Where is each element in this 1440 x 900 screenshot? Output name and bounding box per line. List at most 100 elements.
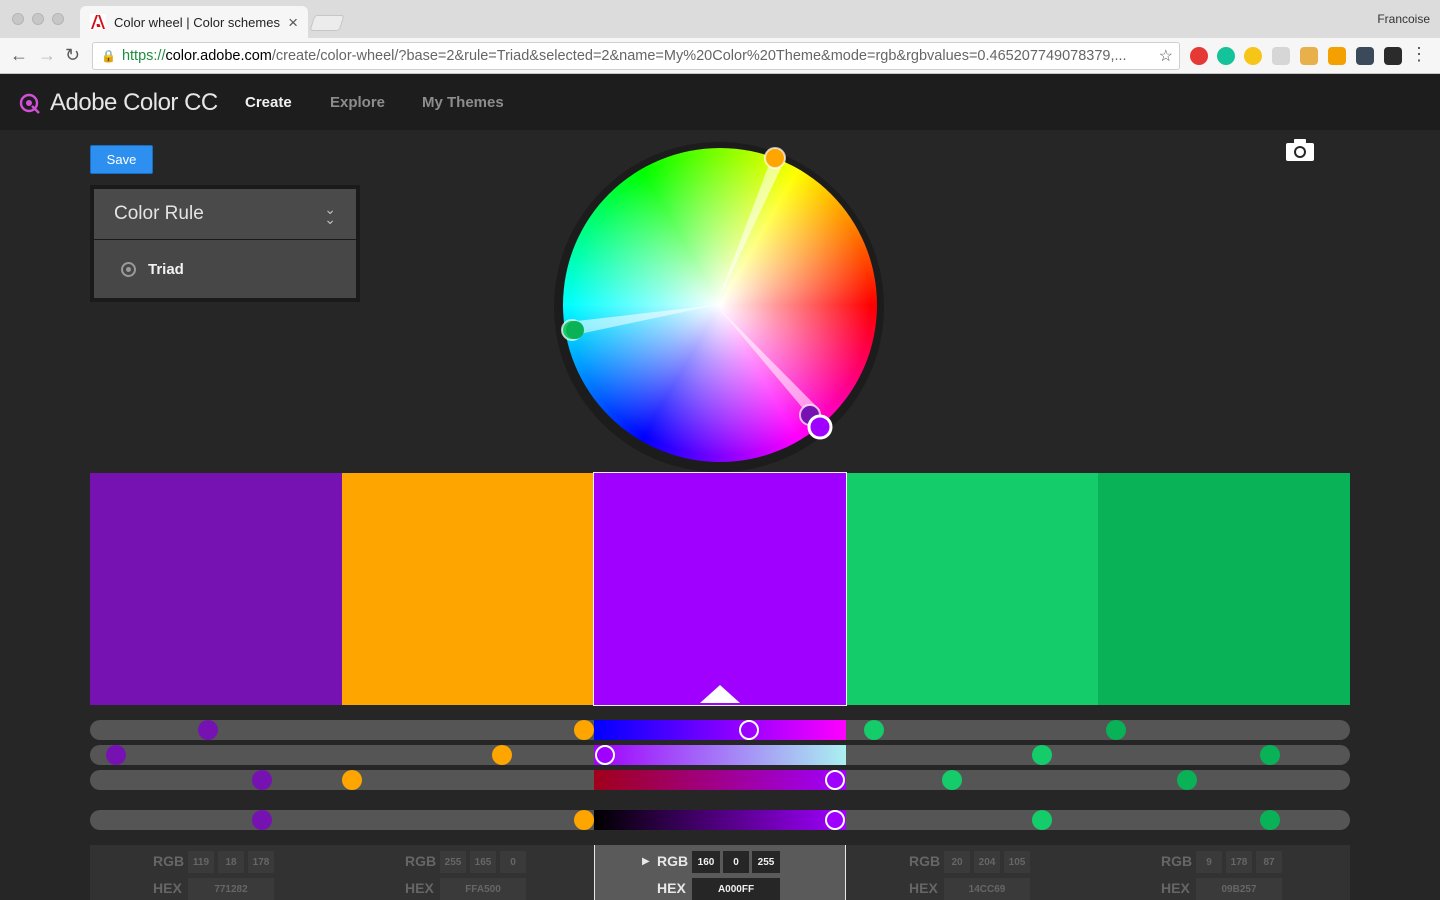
zoom-window-button[interactable] [52,13,64,25]
window-controls [12,13,64,25]
close-icon[interactable]: × [288,14,298,31]
r-value[interactable]: 119 [188,851,214,873]
browser-tab[interactable]: Color wheel | Color schemes - × [80,6,308,38]
window-extension-icon[interactable] [1356,47,1374,65]
b-value[interactable]: 255 [752,851,780,873]
rgb-label[interactable]: RGB [1161,853,1192,869]
hex-label: HEX [657,880,686,896]
color-values-panel: RGB 119 18 178 HEX 771282 RGB 255 165 0 … [90,845,1350,900]
r-value[interactable]: 9 [1196,851,1222,873]
b-value[interactable]: 87 [1256,851,1282,873]
new-tab-button[interactable] [309,15,345,31]
hex-value[interactable]: 09B257 [1196,878,1282,900]
forward-icon[interactable]: → [38,46,56,64]
b-value[interactable]: 0 [500,851,526,873]
swatch-2[interactable] [342,473,594,705]
expand-triangle-icon[interactable]: ▶ [642,856,650,867]
swatch-4[interactable] [846,473,1098,705]
selected-saturation-slider[interactable] [594,745,846,765]
layers-extension-icon[interactable] [1384,47,1402,65]
slider-knob[interactable] [106,745,126,765]
rgb-label[interactable]: RGB [153,853,184,869]
g-value[interactable]: 204 [974,851,1000,873]
rgb-label[interactable]: RGB [909,853,940,869]
swatch-3-selected[interactable] [593,472,847,706]
reload-icon[interactable]: ↻ [65,46,80,64]
slider-knob[interactable] [342,770,362,790]
slider-knob[interactable] [1032,810,1052,830]
selected-value-slider[interactable] [594,810,846,830]
slider-knob[interactable] [198,720,218,740]
browser-chrome: Color wheel | Color schemes - × Francois… [0,0,1440,74]
checkmark-extension-icon[interactable] [1244,47,1262,65]
slider-knob[interactable] [574,810,594,830]
slider-knob[interactable] [1260,810,1280,830]
slider-knob[interactable] [942,770,962,790]
nav-explore[interactable]: Explore [330,94,385,111]
swatch-1[interactable] [90,473,342,705]
grammarly-icon[interactable] [1217,47,1235,65]
color-rule-dropdown[interactable]: Color Rule ⌄ ⌄ [94,189,356,239]
rgb-label[interactable]: RGB [405,853,436,869]
slider-knob-selected[interactable] [739,720,759,740]
g-value[interactable]: 165 [470,851,496,873]
hex-value[interactable]: A000FF [692,878,780,900]
slider-knob[interactable] [1177,770,1197,790]
wheel-handle-selected[interactable] [807,414,833,440]
app-logo[interactable]: Adobe Color CC [18,89,218,117]
hex-value[interactable]: 771282 [188,878,274,900]
camera-icon[interactable] [1285,138,1315,162]
hexagon-extension-icon[interactable] [1272,47,1290,65]
hex-value[interactable]: 14CC69 [944,878,1030,900]
close-window-button[interactable] [12,13,24,25]
color-rule-option[interactable]: Triad [94,240,356,298]
url-scheme: https:// [121,48,166,64]
extension-icon-1[interactable] [1190,47,1208,65]
hex-label: HEX [153,880,182,896]
b-value[interactable]: 178 [248,851,274,873]
address-bar[interactable]: 🔒 https://color.adobe.com/create/color-w… [92,42,1180,70]
slider-knob[interactable] [252,770,272,790]
wheel-handle-green-2[interactable] [566,321,584,339]
selected-brightness-slider[interactable] [594,770,846,790]
r-value[interactable]: 20 [944,851,970,873]
g-value[interactable]: 0 [723,851,749,873]
rgb-label[interactable]: RGB [657,853,688,869]
g-value[interactable]: 18 [218,851,244,873]
badge-extension-icon[interactable] [1328,47,1346,65]
slider-knob[interactable] [252,810,272,830]
slider-knob[interactable] [492,745,512,765]
url-text[interactable]: https://color.adobe.com/create/color-whe… [122,48,1153,64]
b-value[interactable]: 105 [1004,851,1030,873]
hex-value[interactable]: FFA500 [440,878,526,900]
color-wheel-handles [561,147,833,440]
back-icon[interactable]: ← [10,46,28,64]
profile-name[interactable]: Francoise [1377,12,1430,26]
nav-create[interactable]: Create [245,94,292,111]
g-value[interactable]: 178 [1226,851,1252,873]
wheel-handle-orange[interactable] [764,147,786,169]
slider-knob[interactable] [1260,745,1280,765]
slider-knob[interactable] [574,720,594,740]
r-value[interactable]: 255 [440,851,466,873]
slider-knob[interactable] [864,720,884,740]
swatch-5[interactable] [1098,473,1350,705]
minimize-window-button[interactable] [32,13,44,25]
slider-knob[interactable] [1106,720,1126,740]
save-button[interactable]: Save [90,145,153,174]
slider-knob-selected[interactable] [825,810,845,830]
color-wheel[interactable] [554,142,884,472]
more-vert-icon[interactable]: ⋮ [1410,45,1428,63]
star-icon[interactable]: ☆ [1159,46,1173,66]
purple-handle-line [716,305,820,418]
nav-my-themes[interactable]: My Themes [422,94,504,111]
selected-hue-slider[interactable] [594,720,846,740]
selected-indicator-icon [700,685,740,703]
slider-knob-selected[interactable] [595,745,615,765]
slider-knob[interactable] [1032,745,1052,765]
r-value[interactable]: 160 [692,851,720,873]
swatch-row [90,472,1350,706]
slider-knob-selected[interactable] [825,770,845,790]
key-extension-icon[interactable] [1300,47,1318,65]
color-values-3-selected: ▶ RGB 160 0 255 HEX A000FF [594,845,846,900]
